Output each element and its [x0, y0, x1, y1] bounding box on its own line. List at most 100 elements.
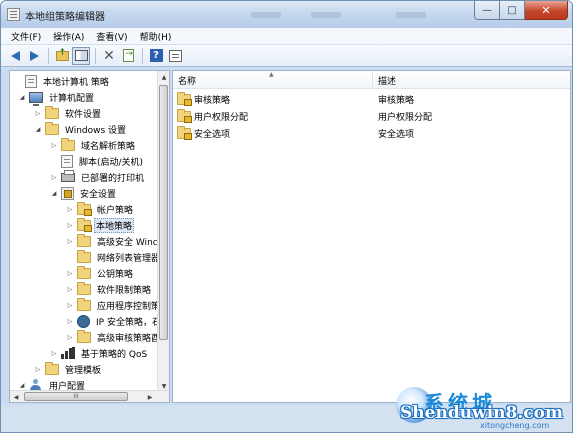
show-hide-tree-button[interactable] [72, 46, 90, 65]
menu-view[interactable]: 查看(V) [90, 30, 133, 43]
list-item-name-cell: 用户权限分配 [177, 108, 248, 124]
title-blur [311, 12, 341, 18]
list-item-description: 审核策略 [378, 95, 415, 106]
expand-arrow-icon[interactable]: ▷ [50, 173, 58, 181]
expand-arrow-icon[interactable]: ▷ [66, 301, 74, 309]
tree-item-label: 安全设置 [80, 189, 117, 200]
forward-button[interactable] [25, 47, 43, 65]
expand-arrow-icon[interactable]: ▷ [66, 333, 74, 341]
column-header-description[interactable]: 描述 [373, 71, 570, 89]
show-hide-tree-icon [74, 50, 88, 61]
expand-arrow-icon[interactable]: ▷ [50, 349, 58, 357]
export-list-button[interactable] [119, 47, 137, 65]
tree-item[interactable]: ▷ 管理模板 [34, 361, 104, 377]
tree-item-label: 公钥策略 [97, 269, 134, 280]
title-bar[interactable]: 本地组策略编辑器 — □ ✕ [1, 1, 572, 28]
folder-icon [45, 361, 59, 375]
close-button[interactable]: ✕ [525, 1, 568, 20]
tree-horizontal-scrollbar[interactable]: ◀ III ▶ [10, 390, 169, 402]
maximize-button[interactable]: □ [500, 1, 525, 20]
delete-button[interactable]: ✕ [100, 47, 118, 65]
scroll-up-arrow-icon[interactable]: ▲ [158, 71, 169, 83]
folder-icon [77, 233, 91, 247]
list-pane[interactable]: 名称 ▲ 描述 审核策略 审核策略用户权限分配 用户权限分配 安全选项 安全选项 [172, 70, 571, 403]
tree-item[interactable]: ▷ 软件限制策略 [66, 281, 154, 297]
watermark-sub: xitongcheng.com [480, 421, 550, 430]
menu-action[interactable]: 操作(A) [47, 30, 90, 43]
scroll-right-arrow-icon[interactable]: ▶ [144, 391, 156, 402]
up-folder-icon [55, 48, 69, 61]
folder-icon [45, 105, 59, 119]
minimize-button[interactable]: — [474, 1, 500, 20]
help-button[interactable]: ? [147, 47, 165, 65]
tree-vertical-scrollbar[interactable]: ▲ ▼ [157, 71, 169, 392]
list-item[interactable]: 安全选项 安全选项 [173, 125, 570, 141]
security-settings-icon [61, 186, 74, 200]
menu-help[interactable]: 帮助(H) [134, 30, 178, 43]
tree-item[interactable]: ▷ IP 安全策略，石 [66, 313, 164, 329]
policy-icon [25, 74, 37, 88]
tree-item[interactable]: ▷ 软件设置 [34, 105, 104, 121]
expand-arrow-icon[interactable]: ▷ [66, 285, 74, 293]
folder-icon [77, 329, 91, 343]
tree-pane[interactable]: 本地计算机 策略 ◢ 计算机配置 ▷ 软件设置 ◢ Windows 设置 ▷ 域名解析策略 脚本(… [9, 70, 170, 403]
export-list-icon [122, 49, 134, 62]
tree-item-label: 域名解析策略 [81, 141, 136, 152]
tree-item-label: 高级安全 Winc [97, 237, 158, 248]
title-blur [251, 12, 281, 18]
tree-item[interactable]: ◢ 安全设置 [50, 185, 119, 201]
tree-item[interactable]: ▷ 本地策略 [66, 217, 135, 233]
expand-arrow-icon[interactable]: ▷ [66, 317, 74, 325]
up-button[interactable] [53, 47, 71, 65]
expand-arrow-icon[interactable]: ▷ [66, 237, 74, 245]
expand-arrow-icon[interactable]: ▷ [66, 269, 74, 277]
properties-button[interactable] [166, 47, 184, 65]
collapse-arrow-icon[interactable]: ◢ [34, 125, 42, 133]
list-item[interactable]: 审核策略 审核策略 [173, 91, 570, 107]
back-button[interactable] [6, 47, 24, 65]
tree-hscroll-thumb[interactable]: III [24, 392, 128, 401]
tree-item[interactable]: 本地计算机 策略 [14, 73, 112, 89]
tree-scroll-thumb[interactable] [159, 85, 168, 340]
lock-folder-icon [177, 125, 192, 140]
tree-item-label: 应用程序控制策 [97, 301, 161, 312]
tree-item[interactable]: ▷ 基于策略的 QoS [50, 345, 150, 361]
expand-arrow-icon[interactable]: ▷ [34, 365, 42, 373]
list-item-name: 审核策略 [194, 95, 231, 106]
menu-file[interactable]: 文件(F) [5, 30, 47, 43]
expand-arrow-icon[interactable]: ▷ [66, 205, 74, 213]
collapse-arrow-icon[interactable]: ◢ [50, 189, 58, 197]
tree-item[interactable]: ▷ 公钥策略 [66, 265, 136, 281]
tree-item[interactable]: 脚本(启动/关机) [50, 153, 146, 169]
tree-item-label: 软件设置 [65, 109, 102, 120]
lock-folder-icon [77, 201, 92, 216]
list-item[interactable]: 用户权限分配 用户权限分配 [173, 108, 570, 124]
tree-item-label: 本地计算机 策略 [43, 77, 109, 88]
tree-item-label: 网络列表管理器 [97, 253, 161, 264]
expand-arrow-icon[interactable]: ▷ [66, 221, 74, 229]
collapse-arrow-icon[interactable]: ◢ [18, 93, 26, 101]
list-item-description: 安全选项 [378, 129, 415, 140]
tree-item[interactable]: ▷ 已部署的打印机 [50, 169, 147, 185]
expand-arrow-icon[interactable]: ▷ [50, 141, 58, 149]
toolbar-separator [95, 47, 96, 64]
tree-item-label: 计算机配置 [49, 93, 95, 104]
tree-item[interactable]: ▷ 帐户策略 [66, 201, 136, 217]
tree-item-label: 已部署的打印机 [81, 173, 145, 184]
list-header: 名称 ▲ 描述 [173, 71, 570, 89]
collapse-arrow-icon[interactable]: ◢ [18, 381, 26, 389]
folder-icon [61, 137, 75, 151]
editor-window: 本地组策略编辑器 — □ ✕ 文件(F) 操作(A) 查看(V) 帮助(H) ✕… [0, 0, 573, 433]
tree-item[interactable]: 网络列表管理器 [66, 249, 163, 265]
expand-arrow-icon[interactable]: ▷ [34, 109, 42, 117]
lock-folder-icon [77, 217, 92, 232]
lock-folder-icon [177, 91, 192, 106]
scroll-left-arrow-icon[interactable]: ◀ [10, 391, 22, 402]
tree-item[interactable]: ◢ Windows 设置 [34, 121, 129, 137]
tree-item[interactable]: ▷ 域名解析策略 [50, 137, 138, 153]
tree-item[interactable]: ◢ 计算机配置 [18, 89, 97, 106]
list-item-name-cell: 审核策略 [177, 91, 230, 107]
tree-item[interactable]: ▷ 高级审核策略酉 [66, 329, 163, 345]
tree-item[interactable]: ▷ 高级安全 Winc [66, 233, 161, 249]
tree-item[interactable]: ▷ 应用程序控制策 [66, 297, 163, 313]
